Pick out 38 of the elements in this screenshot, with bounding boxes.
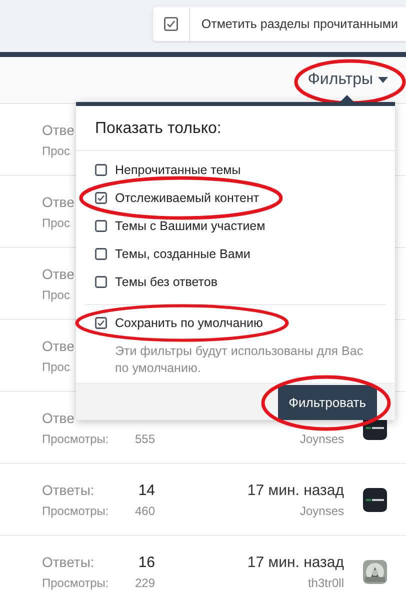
replies-label: Отве bbox=[42, 410, 74, 428]
filter-option[interactable]: Непрочитанные темы bbox=[95, 156, 376, 184]
views-label: Прос bbox=[42, 144, 70, 158]
views-label: Прос bbox=[42, 288, 70, 302]
hint-text: Эти фильтры будут использованы для Вас по умолчанию. bbox=[114, 343, 364, 377]
popup-title: Показать только: bbox=[76, 106, 395, 151]
checkbox[interactable] bbox=[95, 276, 107, 288]
last-post-time[interactable]: 17 мин. назад bbox=[247, 554, 344, 570]
views-label: Прос bbox=[42, 360, 70, 374]
checkbox[interactable] bbox=[95, 164, 107, 176]
replies-label: Отве bbox=[42, 338, 74, 356]
filter-option[interactable]: Темы без ответов bbox=[95, 268, 376, 296]
views-count: 460 bbox=[134, 504, 155, 518]
views-label: Прос bbox=[42, 216, 70, 230]
replies-label: Ответы: bbox=[42, 554, 94, 572]
filter-option[interactable]: Темы, созданные Вами bbox=[95, 240, 376, 268]
last-post-time[interactable]: 17 мин. назад bbox=[247, 482, 344, 498]
replies-label: Ответы: bbox=[42, 482, 94, 500]
replies-label: Отве bbox=[42, 122, 74, 140]
filter-option[interactable]: Сохранить по умолчанию bbox=[95, 309, 376, 337]
checkbox[interactable] bbox=[95, 248, 107, 260]
mark-read-button[interactable]: Отметить разделы прочитанными bbox=[153, 7, 406, 41]
checkbox[interactable] bbox=[95, 192, 107, 204]
caret-icon bbox=[378, 77, 388, 83]
replies-count: 14 bbox=[138, 482, 155, 500]
replies-label: Отве bbox=[42, 194, 74, 212]
replies-count: 16 bbox=[138, 554, 155, 572]
views-label: Просмотры: bbox=[42, 576, 109, 590]
views-count: 555 bbox=[134, 432, 155, 446]
replies-label: Отве bbox=[42, 266, 74, 284]
checkbox[interactable] bbox=[95, 317, 107, 329]
views-count: 229 bbox=[134, 576, 155, 590]
filter-option[interactable]: Отслеживаемый контент bbox=[95, 184, 376, 212]
filter-button[interactable]: Фильтровать bbox=[278, 384, 377, 420]
filter-option[interactable]: Темы с Вашими участием bbox=[95, 212, 376, 240]
views-label: Просмотры: bbox=[42, 504, 109, 518]
checkbox[interactable] bbox=[95, 220, 107, 232]
views-label: Просмотры: bbox=[42, 432, 109, 446]
